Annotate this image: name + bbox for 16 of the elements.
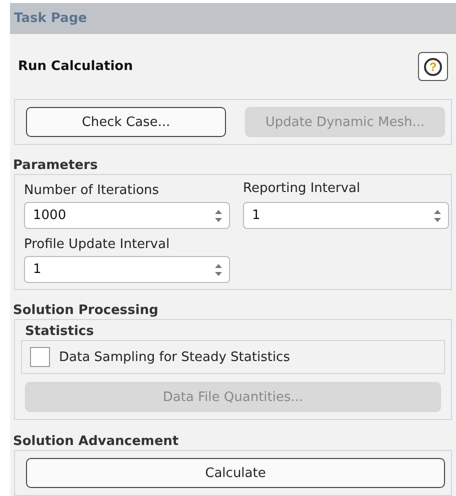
spin-field[interactable]: 1 bbox=[24, 256, 230, 283]
spin-field[interactable]: 1 bbox=[243, 202, 449, 229]
field-label: Reporting Interval bbox=[243, 181, 362, 196]
calculate-button[interactable]: Calculate bbox=[26, 458, 445, 488]
checkbox[interactable] bbox=[30, 347, 50, 367]
field-label: Number of Iterations bbox=[24, 183, 160, 198]
checkbox-label: Data Sampling for Steady Statistics bbox=[59, 350, 290, 364]
section-heading: Solution Processing bbox=[13, 303, 158, 318]
panel-title: Task Page bbox=[10, 3, 456, 34]
page-title: Run Calculation bbox=[18, 59, 133, 74]
group-heading: Statistics bbox=[25, 324, 94, 339]
field-label: Profile Update Interval bbox=[24, 237, 171, 252]
check-case-button[interactable]: Check Case... bbox=[26, 107, 226, 137]
spin-field[interactable]: 1000 bbox=[24, 202, 230, 229]
section-heading: Parameters bbox=[13, 158, 98, 173]
section-heading: Solution Advancement bbox=[13, 434, 179, 449]
